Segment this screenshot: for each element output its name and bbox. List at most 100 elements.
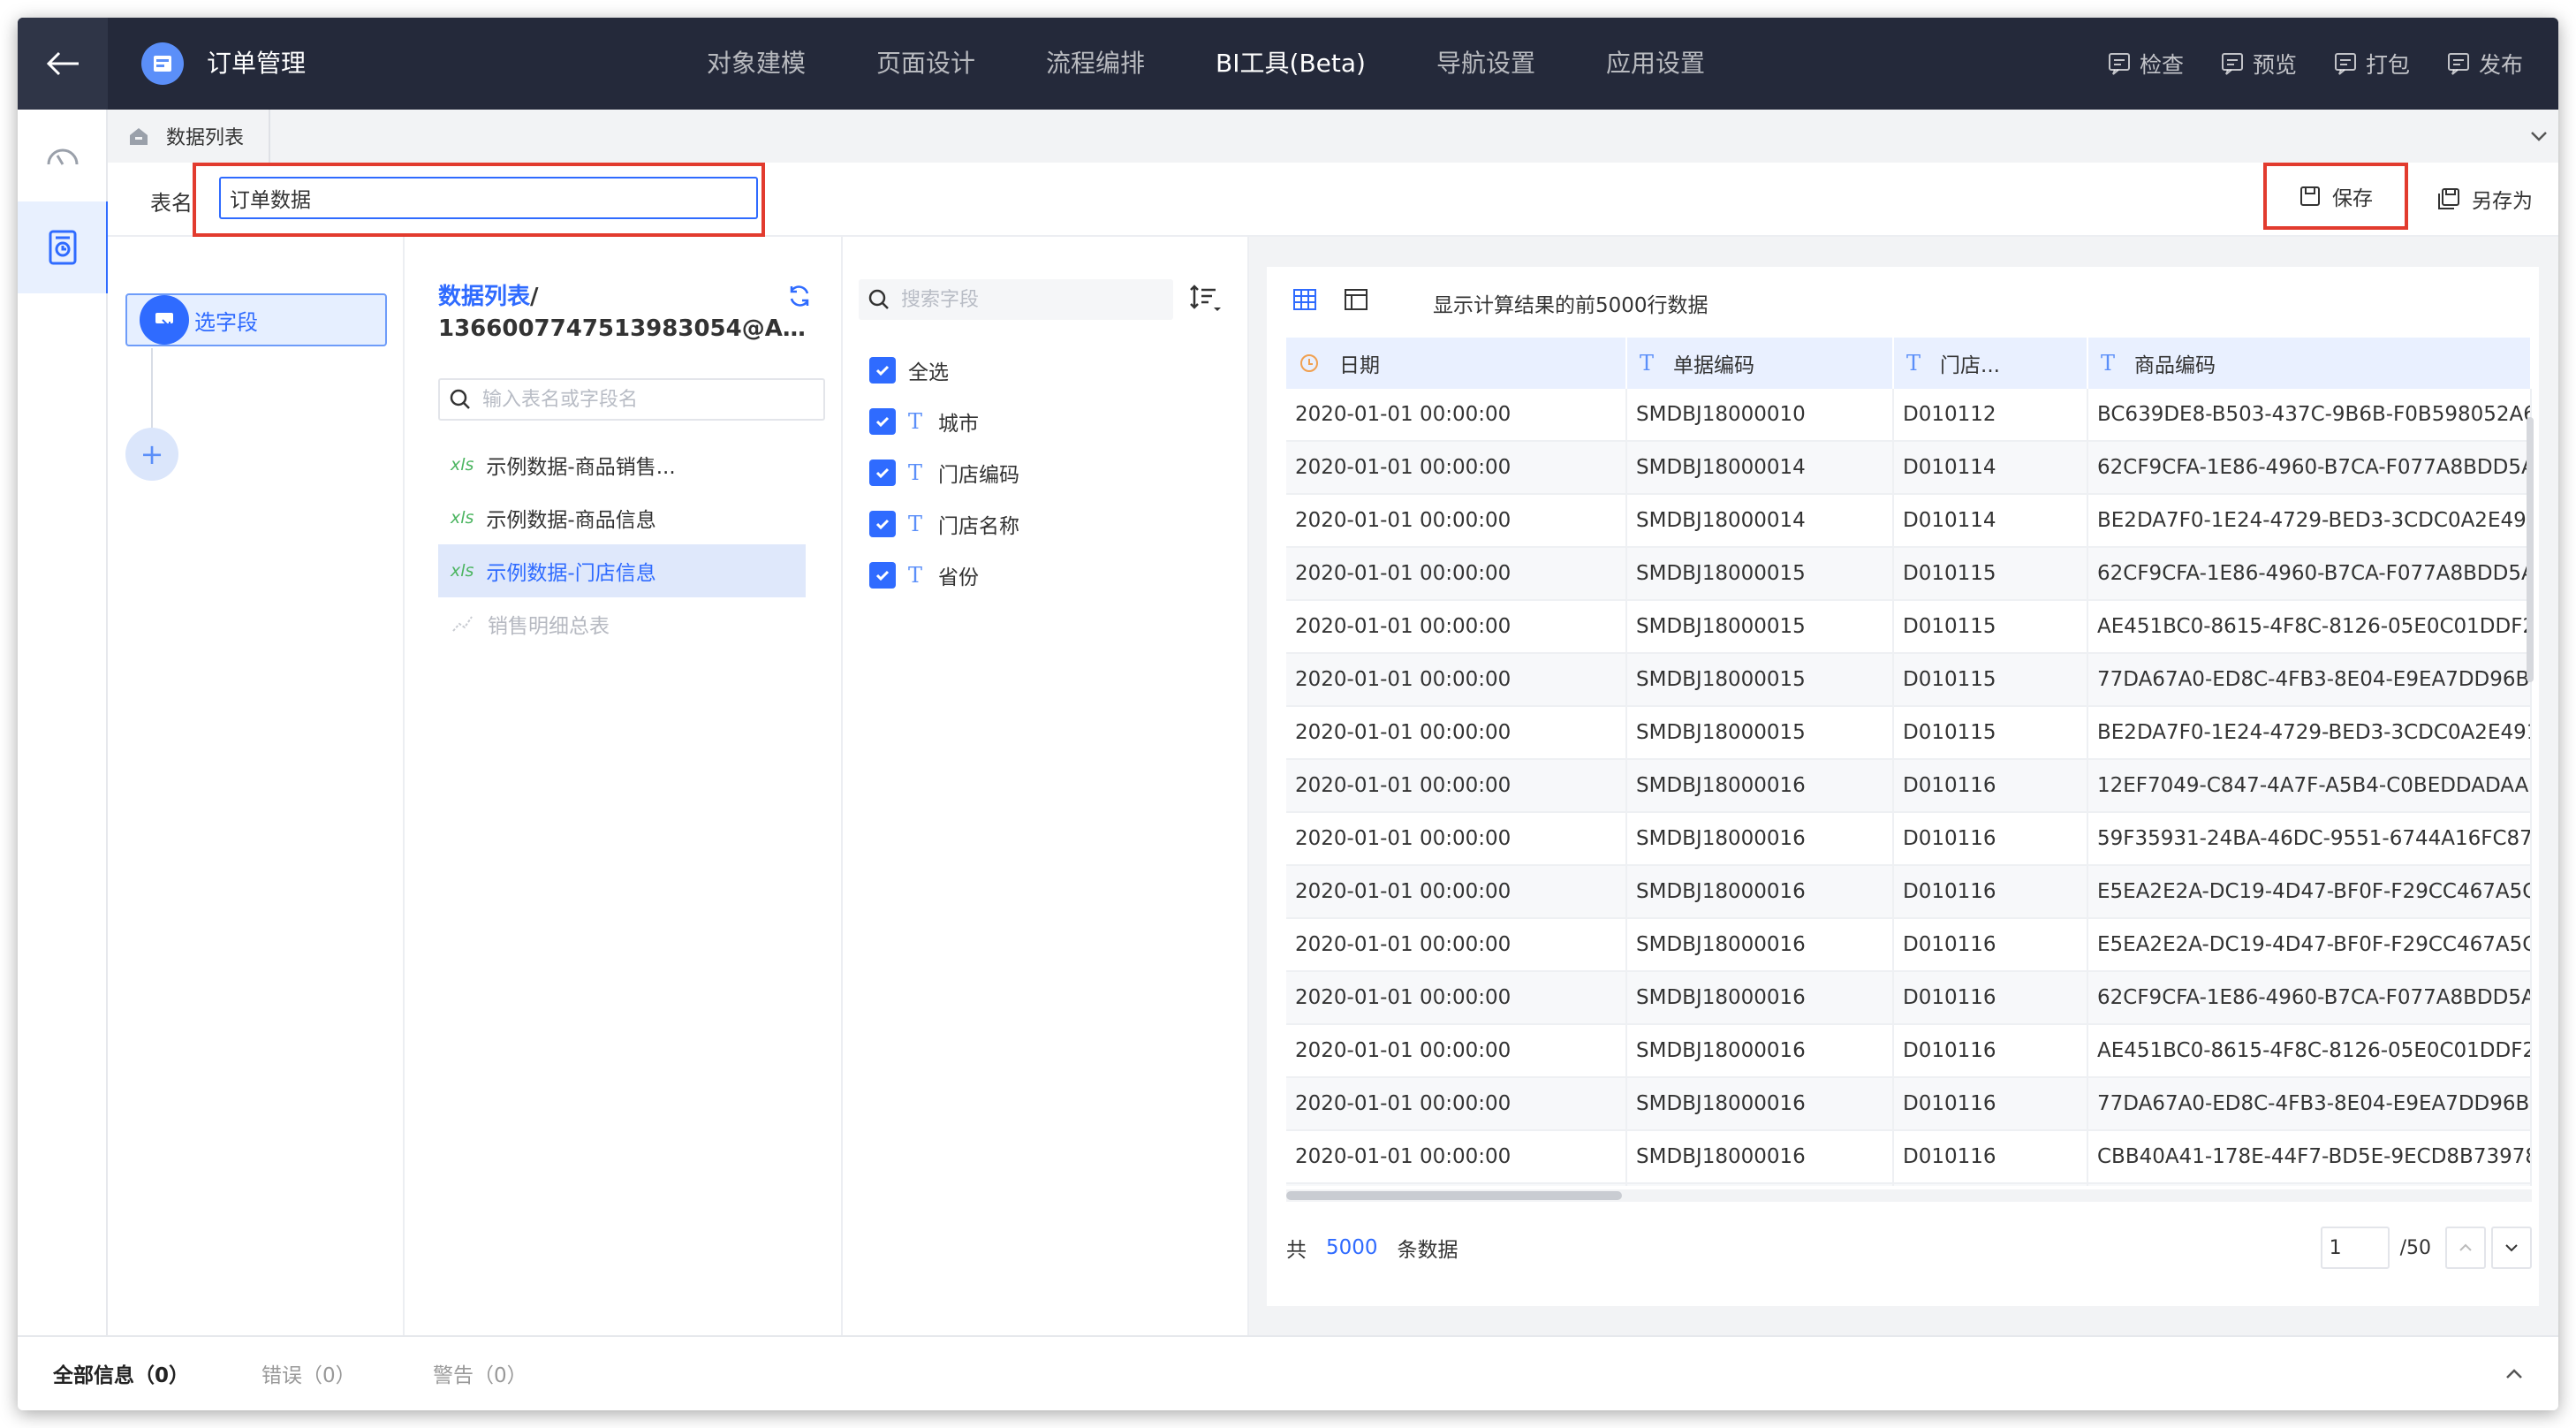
field-item[interactable]: T 门店编码 bbox=[869, 447, 1019, 498]
horizontal-scroll-thumb[interactable] bbox=[1286, 1191, 1622, 1200]
table-cell: AE451BC0-8615-4F8C-8126-05E0C01DDF2 bbox=[2088, 1025, 2532, 1076]
column-header-store[interactable]: T 门店... bbox=[1894, 338, 2088, 389]
data-source-panel: 数据列表/ 1366007747513983054@ADMI... xls 示例… bbox=[405, 237, 843, 1335]
nav-navigation-settings[interactable]: 导航设置 bbox=[1436, 18, 1535, 110]
checkbox-checked-icon bbox=[869, 511, 896, 537]
nav-flow-orchestration[interactable]: 流程编排 bbox=[1046, 18, 1145, 110]
table-cell: D010116 bbox=[1894, 866, 2088, 917]
table-row[interactable]: 2020-01-01 00:00:00 SMDBJ18000014 D010114 B… bbox=[1286, 495, 2532, 548]
table-cell: D010115 bbox=[1894, 601, 2088, 652]
table-item-label: 示例数据-商品信息 bbox=[486, 509, 656, 532]
save-as-button[interactable]: 另存为 bbox=[2436, 184, 2533, 214]
table-row[interactable]: 2020-01-01 00:00:00 SMDBJ18000016 D010116 5… bbox=[1286, 813, 2532, 866]
save-button[interactable]: 保存 bbox=[2263, 163, 2408, 230]
table-cell: BC639DE8-B503-437C-9B6B-F0B598052A6 bbox=[2088, 1184, 2532, 1186]
add-step-button[interactable]: + bbox=[125, 428, 178, 481]
table-cell: D010116 bbox=[1894, 1131, 2088, 1182]
table-search-input[interactable] bbox=[482, 388, 818, 411]
table-row[interactable]: 2020-01-01 00:00:00 SMDBJ18000015 D010115 A… bbox=[1286, 601, 2532, 654]
arrow-left-icon bbox=[46, 51, 79, 76]
preview-button[interactable]: 预览 bbox=[2219, 48, 2297, 80]
prev-page-button[interactable] bbox=[2445, 1227, 2486, 1269]
next-page-button[interactable] bbox=[2491, 1227, 2532, 1269]
step-select-fields[interactable]: 选字段 bbox=[125, 293, 387, 346]
table-row[interactable]: 2020-01-01 00:00:00 SMDBJ18000015 D010115 7… bbox=[1286, 654, 2532, 707]
column-header-doc-code[interactable]: T 单据编码 bbox=[1627, 338, 1894, 389]
table-name-input[interactable] bbox=[219, 177, 758, 219]
app-window: 订单管理 对象建模 页面设计 流程编排 BI工具(Beta) 导航设置 应用设置… bbox=[18, 18, 2558, 1410]
table-item-selected[interactable]: xls 示例数据-门店信息 bbox=[438, 544, 806, 597]
preview-label: 预览 bbox=[2252, 52, 2297, 78]
table-cell: SMDBJ18000016 bbox=[1627, 1184, 1894, 1186]
save-label: 保存 bbox=[2332, 187, 2373, 210]
tab-all-info[interactable]: 全部信息（0） bbox=[53, 1358, 189, 1388]
chevron-down-icon bbox=[2505, 1244, 2518, 1252]
table-row[interactable]: 2020-01-01 00:00:00 SMDBJ18000016 D010116 A… bbox=[1286, 1025, 2532, 1078]
table-item[interactable]: xls 示例数据-商品销售... bbox=[438, 438, 836, 491]
table-search-box bbox=[438, 378, 825, 421]
vertical-scrollbar[interactable] bbox=[2527, 417, 2534, 682]
column-header-date[interactable]: 日期 bbox=[1286, 338, 1627, 389]
table-cell: 2020-01-01 00:00:00 bbox=[1286, 760, 1627, 811]
nav-app-settings[interactable]: 应用设置 bbox=[1606, 18, 1705, 110]
header-actions: 检查 预览 打包 发布 bbox=[2071, 18, 2523, 110]
table-cell: BE2DA7F0-1E24-4729-BED3-3CDC0A2E491 bbox=[2088, 707, 2532, 758]
column-header-product-code[interactable]: T 商品编码 bbox=[2088, 338, 2532, 389]
rail-data-report[interactable] bbox=[18, 201, 110, 293]
page-number-input[interactable] bbox=[2320, 1227, 2390, 1269]
table-row[interactable]: 2020-01-01 00:00:00 SMDBJ18000016 D010116 C… bbox=[1286, 1131, 2532, 1184]
field-item[interactable]: T 省份 bbox=[869, 550, 1019, 601]
tab-warnings[interactable]: 警告（0） bbox=[433, 1358, 527, 1388]
text-type-icon: T bbox=[1640, 351, 1655, 376]
table-row[interactable]: 2020-01-01 00:00:00 SMDBJ18000016 D010116 1… bbox=[1286, 760, 2532, 813]
layout-view-icon[interactable] bbox=[1343, 286, 1369, 313]
table-item[interactable]: xls 示例数据-商品信息 bbox=[438, 491, 836, 544]
table-row[interactable]: 2020-01-01 00:00:00 SMDBJ18000010 D010112 B… bbox=[1286, 389, 2532, 442]
breadcrumb-tab-data-list[interactable]: 数据列表 bbox=[124, 110, 271, 163]
sort-icon[interactable] bbox=[1187, 283, 1223, 315]
preview-panel: 显示计算结果的前5000行数据 日期 T 单据编码 T 门店... T 商品编码… bbox=[1249, 237, 2558, 1335]
nav-page-design[interactable]: 页面设计 bbox=[876, 18, 975, 110]
refresh-icon[interactable] bbox=[786, 283, 813, 309]
table-cell: SMDBJ18000010 bbox=[1627, 389, 1894, 440]
nav-bi-tools[interactable]: BI工具(Beta) bbox=[1216, 18, 1366, 110]
table-item-disabled[interactable]: 销售明细总表 bbox=[438, 597, 836, 650]
xls-icon: xls bbox=[451, 561, 474, 581]
select-all-label: 全选 bbox=[908, 361, 949, 384]
table-cell: AE451BC0-8615-4F8C-8126-05E0C01DDF2 bbox=[2088, 601, 2532, 652]
table-row[interactable]: 2020-01-01 00:00:00 SMDBJ18000016 D010116 6… bbox=[1286, 972, 2532, 1025]
table-cell: SMDBJ18000015 bbox=[1627, 654, 1894, 705]
step-icon bbox=[136, 290, 193, 350]
back-button[interactable] bbox=[18, 18, 108, 110]
pager-controls: /50 bbox=[2320, 1227, 2532, 1269]
table-row[interactable]: 2020-01-01 00:00:00 SMDBJ18000014 D010114 6… bbox=[1286, 442, 2532, 495]
pager-suffix: 条数据 bbox=[1397, 1239, 1458, 1262]
tab-errors[interactable]: 错误（0） bbox=[261, 1358, 356, 1388]
publish-icon bbox=[2447, 53, 2469, 75]
table-row[interactable]: 2020-01-01 00:00:00 SMDBJ18000016 D010116 7… bbox=[1286, 1078, 2532, 1131]
field-item[interactable]: T 门店名称 bbox=[869, 498, 1019, 550]
pack-button[interactable]: 打包 bbox=[2332, 48, 2410, 80]
rail-dashboard[interactable] bbox=[18, 110, 108, 201]
table-row[interactable]: 2020-01-01 00:00:00 SMDBJ18000016 D010116 E… bbox=[1286, 866, 2532, 919]
table-row[interactable]: 2020-01-01 00:00:00 SMDBJ18000015 D010115 B… bbox=[1286, 707, 2532, 760]
grid-view-icon[interactable] bbox=[1292, 286, 1318, 313]
table-cell: D010116 bbox=[1894, 1025, 2088, 1076]
checkbox-checked-icon bbox=[869, 562, 896, 589]
table-row[interactable]: 2020-01-01 00:00:00SMDBJ18000016D010116B… bbox=[1286, 1184, 2532, 1186]
select-all-checkbox[interactable]: 全选 bbox=[869, 345, 1019, 396]
table-row[interactable]: 2020-01-01 00:00:00 SMDBJ18000016 D010116 E… bbox=[1286, 919, 2532, 972]
publish-button[interactable]: 发布 bbox=[2445, 48, 2523, 80]
table-header: 日期 T 单据编码 T 门店... T 商品编码 bbox=[1286, 338, 2532, 389]
check-button[interactable]: 检查 bbox=[2106, 48, 2184, 80]
data-list-link[interactable]: 数据列表 bbox=[438, 284, 530, 310]
table-cell: 12EF7049-C847-4A7F-A5B4-C0BEDDADAA8 bbox=[2088, 760, 2532, 811]
nav-object-modeling[interactable]: 对象建模 bbox=[707, 18, 806, 110]
chevron-down-icon[interactable] bbox=[2527, 124, 2551, 148]
field-item[interactable]: T 城市 bbox=[869, 396, 1019, 447]
chevron-up-icon[interactable] bbox=[2502, 1362, 2527, 1386]
table-row[interactable]: 2020-01-01 00:00:00 SMDBJ18000015 D010115 6… bbox=[1286, 548, 2532, 601]
field-search-input[interactable] bbox=[901, 288, 1166, 311]
table-cell: 77DA67A0-ED8C-4FB3-8E04-E9EA7DD96BE bbox=[2088, 654, 2532, 705]
fields-panel: 全选 T 城市 T 门店编码 T 门店名称 T 省份 bbox=[843, 237, 1249, 1335]
